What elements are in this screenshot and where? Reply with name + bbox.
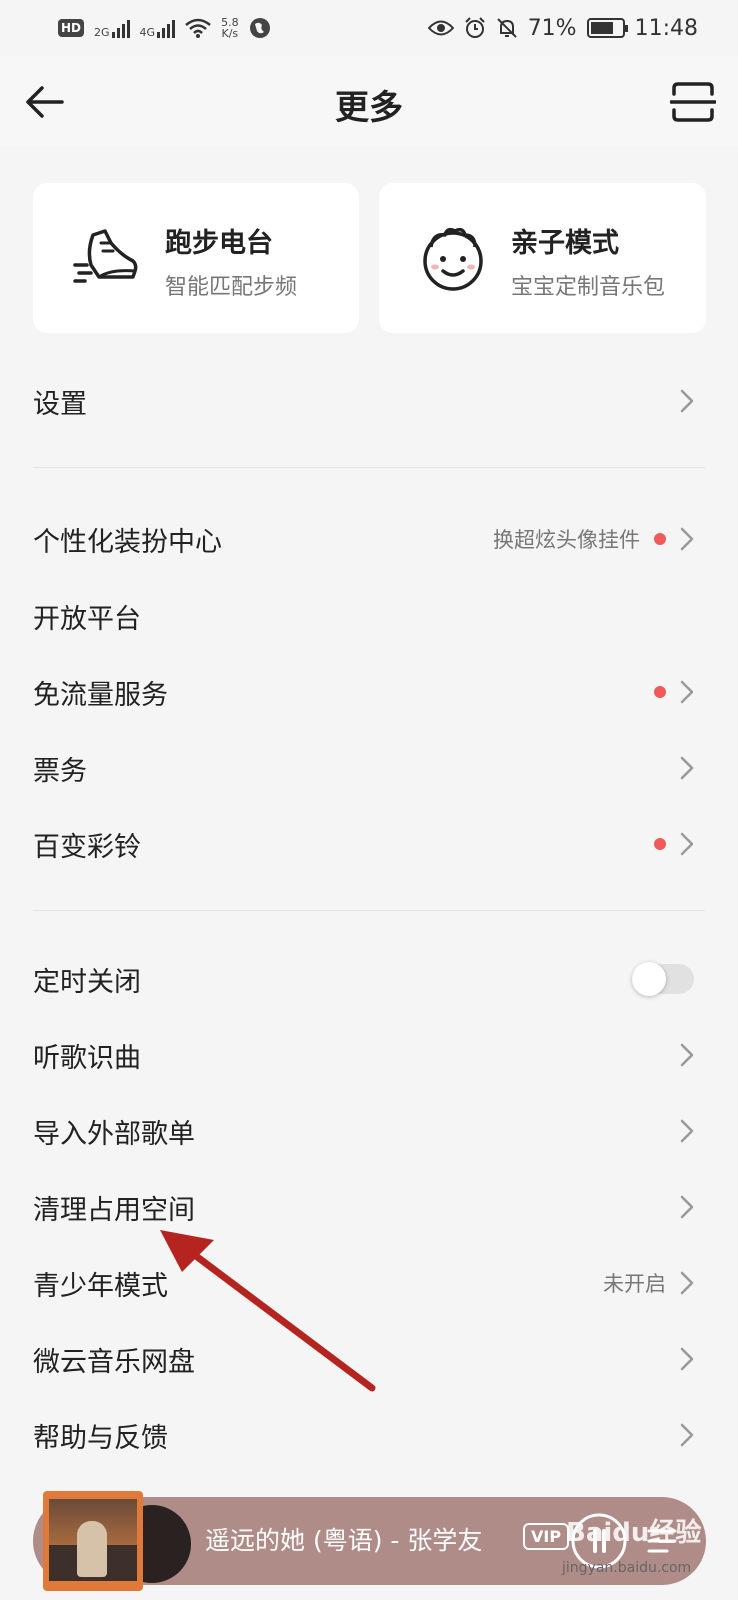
- clear-storage-label: 清理占用空间: [33, 1194, 195, 1226]
- status-bar: HD 2G 4G 5.8 K/s 71% 11:48: [0, 0, 738, 56]
- divider: [33, 910, 705, 911]
- scan-icon[interactable]: [670, 80, 716, 124]
- sleep-timer-toggle[interactable]: [632, 962, 694, 996]
- watermark-text: Baidu经验: [566, 1518, 702, 1548]
- running-radio-card[interactable]: 跑步电台 智能匹配步频: [33, 183, 359, 333]
- ringtone-label: 百变彩铃: [33, 831, 141, 863]
- free-data-service-label: 免流量服务: [33, 679, 168, 711]
- teen-mode-status: 未开启: [603, 1272, 666, 1296]
- watermark-url: jingyan.baidu.com: [562, 1560, 692, 1576]
- chevron-right-icon: [680, 1119, 694, 1143]
- chevron-right-icon: [680, 832, 694, 856]
- settings-row[interactable]: 设置: [0, 365, 738, 437]
- open-platform-row[interactable]: 开放平台: [0, 580, 738, 652]
- battery-percent: 71%: [527, 15, 577, 41]
- chevron-right-icon: [680, 389, 694, 413]
- sleep-timer-row[interactable]: 定时关闭: [0, 943, 738, 1015]
- red-dot-badge: [654, 838, 666, 850]
- red-dot-badge: [654, 533, 666, 545]
- net-2g-label: 2G: [94, 26, 110, 39]
- signal-2g-icon: 2G: [94, 18, 130, 38]
- teen-mode-label: 青少年模式: [33, 1270, 168, 1302]
- help-feedback-row[interactable]: 帮助与反馈: [0, 1399, 738, 1471]
- red-dot-badge: [654, 686, 666, 698]
- chevron-right-icon: [680, 756, 694, 780]
- open-platform-label: 开放平台: [33, 603, 141, 635]
- divider: [33, 467, 705, 468]
- tickets-label: 票务: [33, 755, 87, 787]
- teen-mode-row[interactable]: 青少年模式 未开启: [0, 1247, 738, 1319]
- running-radio-title: 跑步电台: [165, 228, 273, 259]
- vip-badge: VIP: [523, 1523, 570, 1550]
- tickets-row[interactable]: 票务: [0, 732, 738, 804]
- import-playlist-row[interactable]: 导入外部歌单: [0, 1095, 738, 1167]
- kids-mode-title: 亲子模式: [511, 228, 619, 259]
- globe-icon: [249, 18, 270, 38]
- settings-label: 设置: [33, 388, 87, 420]
- now-playing-title: 遥远的她 (粤语) - 张学友: [205, 1526, 483, 1555]
- import-playlist-label: 导入外部歌单: [33, 1118, 195, 1150]
- net-speed-unit: K/s: [221, 27, 239, 40]
- song-recognition-label: 听歌识曲: [33, 1042, 141, 1074]
- clock-time: 11:48: [634, 15, 698, 41]
- album-cover: [43, 1491, 143, 1591]
- status-right: 71% 11:48: [427, 15, 698, 41]
- chevron-right-icon: [680, 1195, 694, 1219]
- chevron-right-icon: [680, 527, 694, 551]
- kids-mode-card[interactable]: 亲子模式 宝宝定制音乐包: [379, 183, 706, 333]
- running-radio-subtitle: 智能匹配步频: [165, 275, 298, 300]
- chevron-right-icon: [680, 1423, 694, 1447]
- net-4g-label: 4G: [139, 26, 156, 39]
- cloud-drive-row[interactable]: 微云音乐网盘: [0, 1323, 738, 1395]
- kids-mode-subtitle: 宝宝定制音乐包: [511, 275, 666, 300]
- personalize-center-label: 个性化装扮中心: [33, 526, 222, 558]
- clear-storage-row[interactable]: 清理占用空间: [0, 1171, 738, 1243]
- eye-icon: [427, 20, 454, 36]
- mute-bell-icon: [496, 18, 517, 38]
- net-speed: 5.8 K/s: [221, 17, 239, 39]
- page-header: 更多: [0, 56, 738, 146]
- page-title: 更多: [335, 88, 403, 128]
- sleep-timer-label: 定时关闭: [33, 966, 141, 998]
- chevron-right-icon: [680, 1043, 694, 1067]
- baby-face-icon: [423, 227, 483, 291]
- free-data-service-row[interactable]: 免流量服务: [0, 656, 738, 728]
- cloud-drive-label: 微云音乐网盘: [33, 1346, 195, 1378]
- personalize-center-row[interactable]: 个性化装扮中心 换超炫头像挂件: [0, 503, 738, 575]
- signal-4g-icon: 4G: [140, 18, 176, 38]
- personalize-center-hint: 换超炫头像挂件: [493, 528, 640, 552]
- chevron-right-icon: [680, 1271, 694, 1295]
- hd-badge: HD: [58, 19, 85, 37]
- help-feedback-label: 帮助与反馈: [33, 1422, 168, 1454]
- running-shoe-icon: [73, 229, 138, 283]
- alarm-icon: [464, 17, 485, 38]
- song-recognition-row[interactable]: 听歌识曲: [0, 1019, 738, 1091]
- battery-icon: [586, 18, 628, 38]
- album-art: [43, 1491, 193, 1591]
- chevron-right-icon: [680, 680, 694, 704]
- chevron-right-icon: [680, 1347, 694, 1371]
- ringtone-row[interactable]: 百变彩铃: [0, 808, 738, 880]
- wifi-icon: [185, 18, 211, 38]
- status-left: HD 2G 4G 5.8 K/s: [58, 17, 271, 39]
